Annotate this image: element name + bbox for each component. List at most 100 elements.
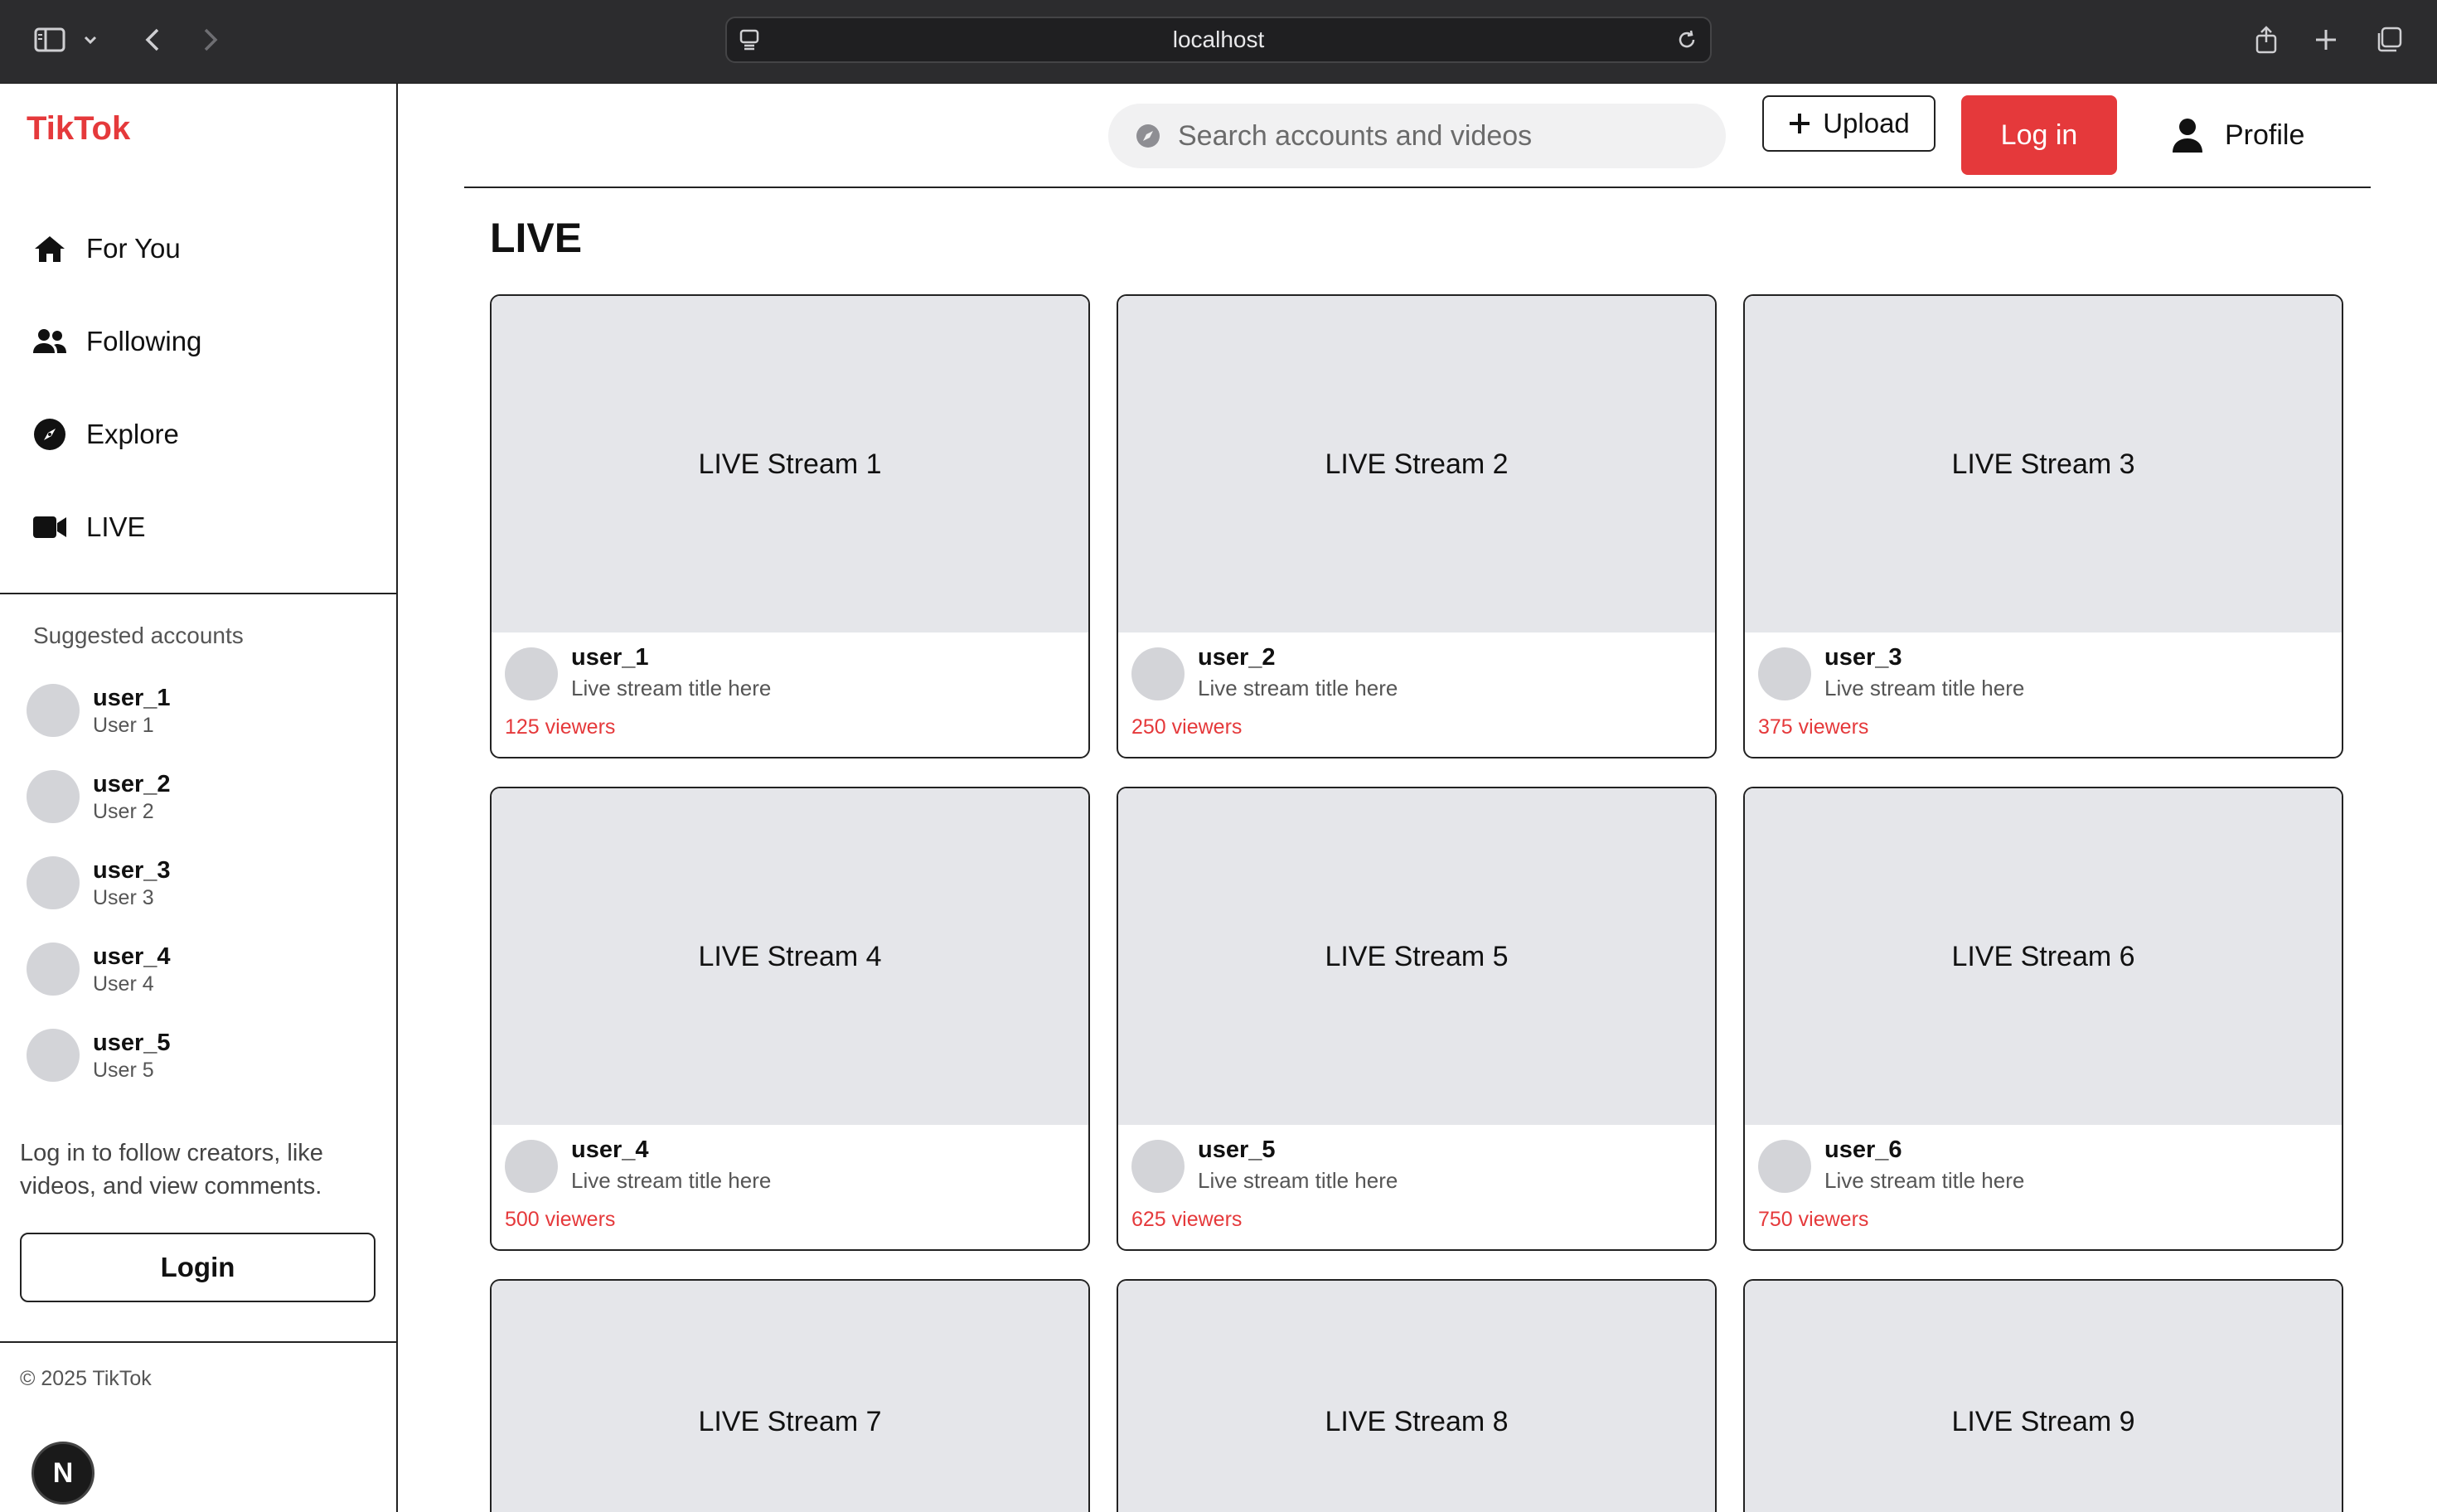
new-tab-icon[interactable] xyxy=(2306,20,2346,60)
login-button[interactable]: Log in xyxy=(1961,95,2117,175)
stream-title: Live stream title here xyxy=(1198,676,1398,700)
stream-thumbnail[interactable]: LIVE Stream 8 xyxy=(1118,1281,1715,1512)
stream-username[interactable]: user_1 xyxy=(571,644,649,671)
search-bar[interactable] xyxy=(1108,104,1726,168)
sidebar-login-button[interactable]: Login xyxy=(20,1233,375,1302)
viewer-count: 625 viewers xyxy=(1131,1208,1243,1231)
stream-thumbnail[interactable]: LIVE Stream 6 xyxy=(1745,788,2342,1125)
tab-overview-icon[interactable] xyxy=(2369,20,2409,60)
chevron-down-icon[interactable] xyxy=(78,20,103,60)
users-icon xyxy=(31,323,68,360)
username: user_2 xyxy=(93,771,171,797)
stream-thumbnail[interactable]: LIVE Stream 9 xyxy=(1745,1281,2342,1512)
display-name: User 1 xyxy=(93,714,154,737)
username: user_4 xyxy=(93,943,171,970)
live-stream-card[interactable]: LIVE Stream 4 user_4 Live stream title h… xyxy=(490,787,1090,1251)
avatar xyxy=(505,647,558,700)
nav-item-live[interactable]: LIVE xyxy=(31,502,146,552)
live-stream-card[interactable]: LIVE Stream 1 user_1 Live stream title h… xyxy=(490,294,1090,758)
nav-label: For You xyxy=(86,233,181,264)
nav-item-explore[interactable]: Explore xyxy=(31,410,179,459)
viewer-count: 500 viewers xyxy=(505,1208,616,1231)
person-icon xyxy=(2172,118,2203,153)
display-name: User 5 xyxy=(93,1059,154,1082)
login-prompt: Log in to follow creators, like videos, … xyxy=(20,1140,323,1199)
viewer-count: 375 viewers xyxy=(1758,715,1869,739)
suggested-account[interactable]: user_5 User 5 xyxy=(27,1028,171,1083)
display-name: User 2 xyxy=(93,800,154,823)
stream-username[interactable]: user_4 xyxy=(571,1136,649,1164)
stream-thumbnail[interactable]: LIVE Stream 7 xyxy=(492,1281,1088,1512)
stream-username[interactable]: user_6 xyxy=(1824,1136,1902,1164)
compass-icon xyxy=(31,416,68,453)
forward-icon[interactable] xyxy=(191,20,230,60)
divider xyxy=(0,593,396,594)
search-input[interactable] xyxy=(1178,119,1675,153)
stream-thumbnail[interactable]: LIVE Stream 5 xyxy=(1118,788,1715,1125)
stream-thumbnail[interactable]: LIVE Stream 2 xyxy=(1118,296,1715,632)
live-stream-card[interactable]: LIVE Stream 6 user_6 Live stream title h… xyxy=(1743,787,2343,1251)
dev-tools-badge[interactable]: N xyxy=(31,1442,94,1505)
plus-icon xyxy=(1788,112,1811,135)
video-icon xyxy=(31,509,68,545)
upload-button[interactable]: Upload xyxy=(1762,95,1936,152)
sidebar-toggle-icon[interactable] xyxy=(30,20,70,60)
avatar xyxy=(505,1140,558,1193)
nav-label: Following xyxy=(86,326,202,356)
share-icon[interactable] xyxy=(2246,20,2286,60)
avatar xyxy=(27,770,80,823)
divider xyxy=(0,1341,396,1343)
stream-title: Live stream title here xyxy=(1198,1168,1398,1193)
live-stream-card[interactable]: LIVE Stream 8 xyxy=(1117,1279,1717,1512)
stream-username[interactable]: user_2 xyxy=(1198,644,1276,671)
live-stream-card[interactable]: LIVE Stream 3 user_3 Live stream title h… xyxy=(1743,294,2343,758)
avatar xyxy=(1758,647,1811,700)
live-stream-card[interactable]: LIVE Stream 9 xyxy=(1743,1279,2343,1512)
upload-label: Upload xyxy=(1823,108,1910,138)
nav-item-for-you[interactable]: For You xyxy=(31,224,181,274)
url-text: localhost xyxy=(1172,27,1265,52)
viewer-count: 750 viewers xyxy=(1758,1208,1869,1231)
nav-label: LIVE xyxy=(86,511,146,542)
display-name: User 3 xyxy=(93,886,154,909)
nav-label: Explore xyxy=(86,419,179,449)
home-icon xyxy=(31,230,68,267)
username: user_1 xyxy=(93,685,171,711)
live-stream-card[interactable]: LIVE Stream 7 xyxy=(490,1279,1090,1512)
live-stream-card[interactable]: LIVE Stream 5 user_5 Live stream title h… xyxy=(1117,787,1717,1251)
stream-username[interactable]: user_5 xyxy=(1198,1136,1276,1164)
suggested-account[interactable]: user_1 User 1 xyxy=(27,683,171,738)
nav-item-following[interactable]: Following xyxy=(31,317,201,366)
browser-toolbar: localhost xyxy=(0,0,2437,84)
sidebar: TikTok For You Following Explore LIVE Su… xyxy=(0,84,398,1512)
suggested-account[interactable]: user_2 User 2 xyxy=(27,769,171,824)
avatar xyxy=(1131,1140,1185,1193)
suggested-account[interactable]: user_3 User 3 xyxy=(27,855,171,910)
reload-icon[interactable] xyxy=(1675,28,1698,51)
address-bar[interactable]: localhost xyxy=(725,17,1712,63)
username: user_5 xyxy=(93,1030,171,1056)
username: user_3 xyxy=(93,857,171,884)
page-title: LIVE xyxy=(490,215,583,261)
suggested-accounts-title: Suggested accounts xyxy=(33,623,244,648)
display-name: User 4 xyxy=(93,972,154,996)
suggested-account[interactable]: user_4 User 4 xyxy=(27,942,171,996)
stream-thumbnail[interactable]: LIVE Stream 4 xyxy=(492,788,1088,1125)
profile-label: Profile xyxy=(2225,119,2305,151)
stream-thumbnail[interactable]: LIVE Stream 3 xyxy=(1745,296,2342,632)
avatar xyxy=(27,856,80,909)
back-icon[interactable] xyxy=(133,20,172,60)
compass-search-icon xyxy=(1133,121,1163,151)
avatar xyxy=(27,684,80,737)
stream-title: Live stream title here xyxy=(571,676,772,700)
viewer-count: 125 viewers xyxy=(505,715,616,739)
stream-thumbnail[interactable]: LIVE Stream 1 xyxy=(492,296,1088,632)
top-header: Upload Log in Profile xyxy=(464,84,2371,188)
live-stream-card[interactable]: LIVE Stream 2 user_2 Live stream title h… xyxy=(1117,294,1717,758)
stream-username[interactable]: user_3 xyxy=(1824,644,1902,671)
profile-button[interactable]: Profile xyxy=(2172,109,2304,162)
logo[interactable]: TikTok xyxy=(27,110,130,148)
stream-title: Live stream title here xyxy=(1824,1168,2025,1193)
copyright: © 2025 TikTok xyxy=(20,1367,152,1390)
avatar xyxy=(1758,1140,1811,1193)
